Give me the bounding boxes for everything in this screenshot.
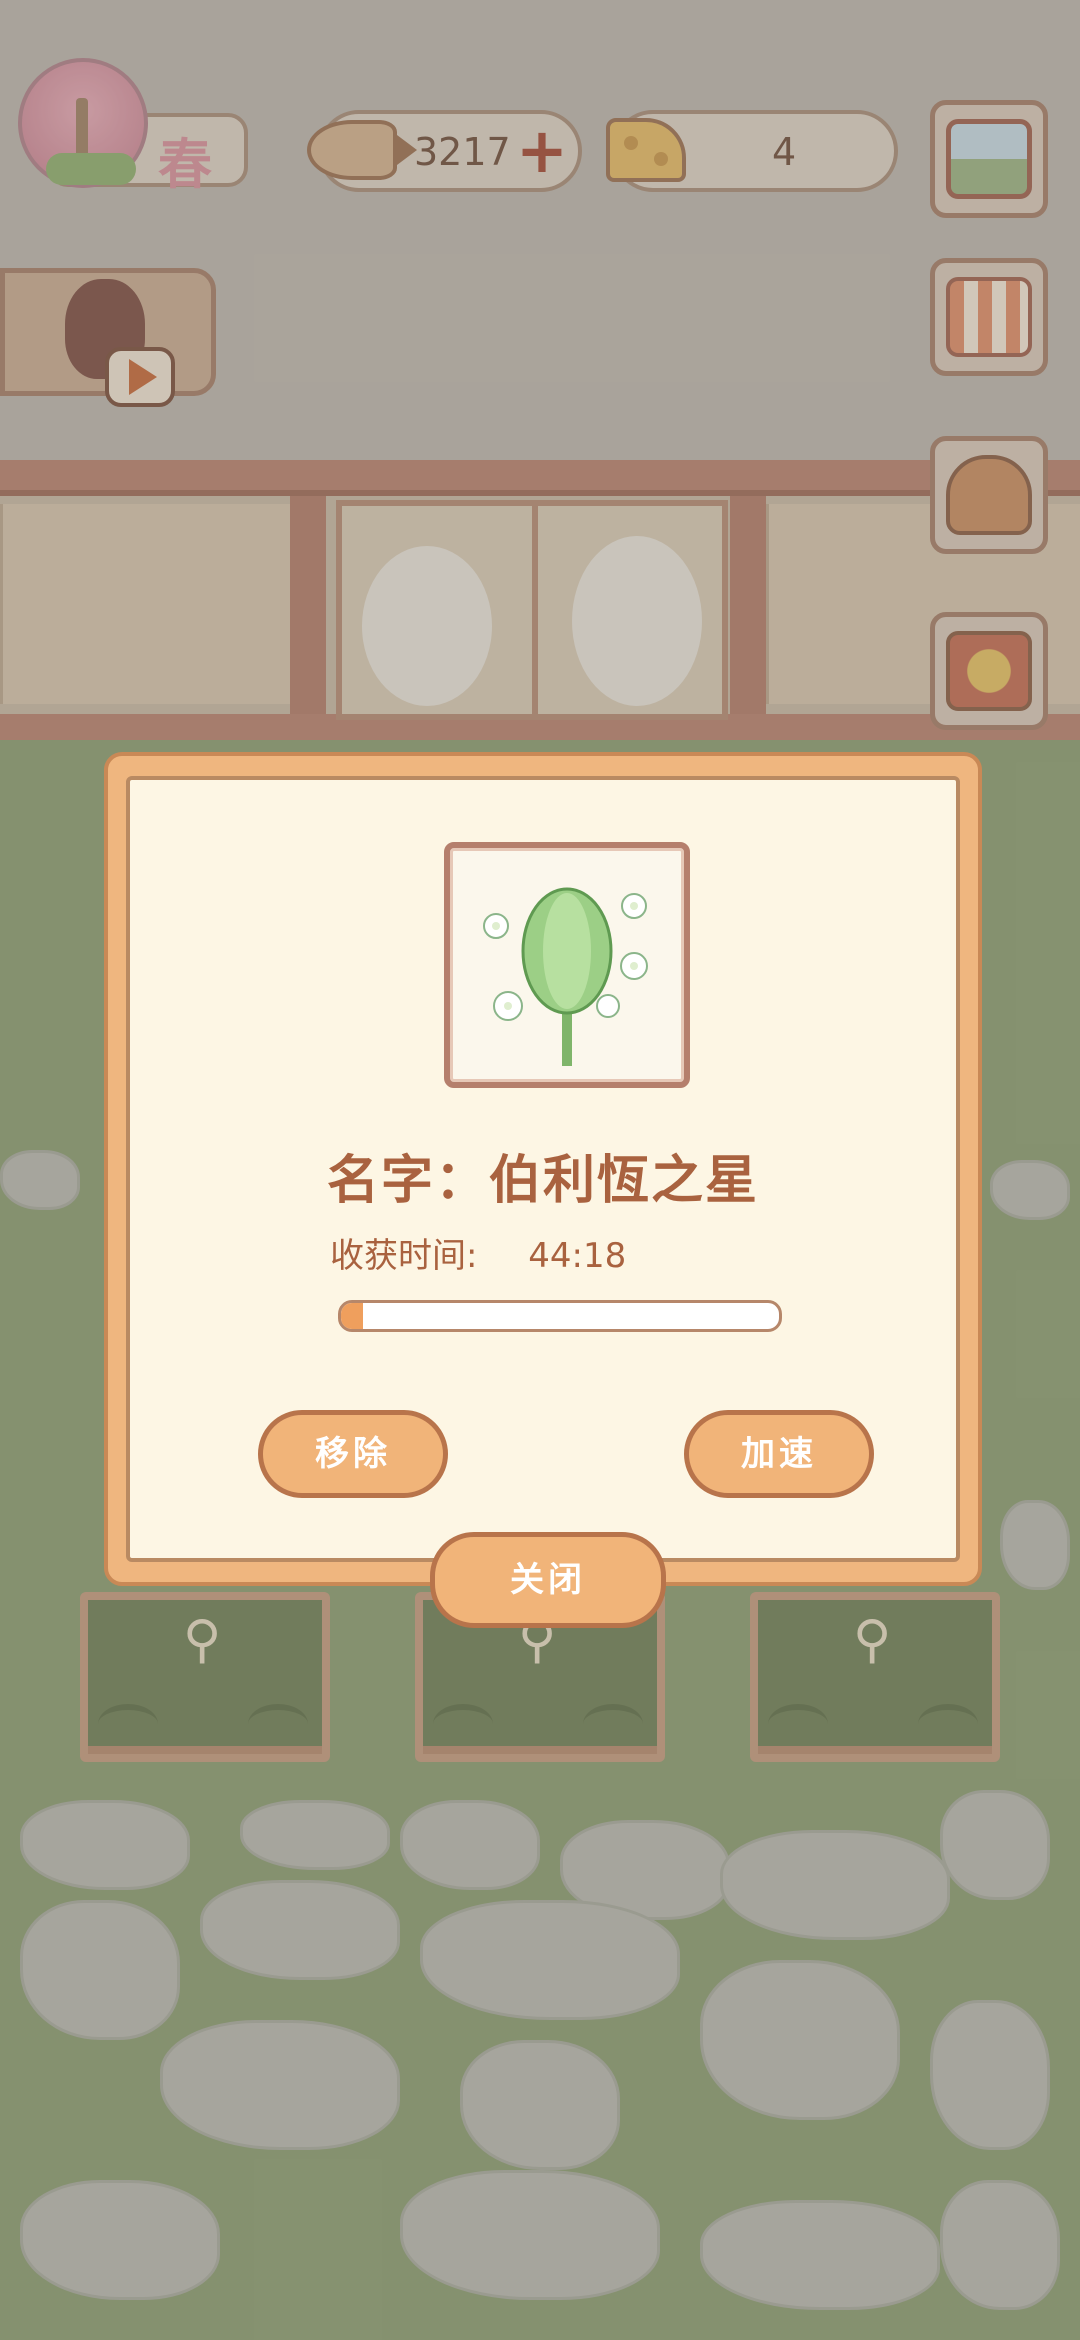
dialog-body: 名字：伯利恆之星 收获时间: 44:18 移除 加速 [126, 776, 960, 1562]
harvest-time-label: 收获时间: [330, 1236, 478, 1276]
harvest-time-value: 44:18 [528, 1236, 627, 1276]
growth-progress-bar [338, 1300, 782, 1332]
speed-up-button[interactable]: 加速 [684, 1410, 874, 1498]
plant-name: 名字：伯利恆之星 [326, 1151, 759, 1211]
plant-info-dialog: 名字：伯利恆之星 收获时间: 44:18 移除 加速 关闭 [104, 752, 982, 1628]
remove-button[interactable]: 移除 [258, 1410, 448, 1498]
star-of-bethlehem-image [483, 887, 648, 1066]
growth-progress-fill [341, 1303, 363, 1329]
plant-image-frame [444, 842, 690, 1088]
close-button[interactable]: 关闭 [430, 1532, 666, 1628]
harvest-time-row: 收获时间: 44:18 [330, 1228, 626, 1277]
